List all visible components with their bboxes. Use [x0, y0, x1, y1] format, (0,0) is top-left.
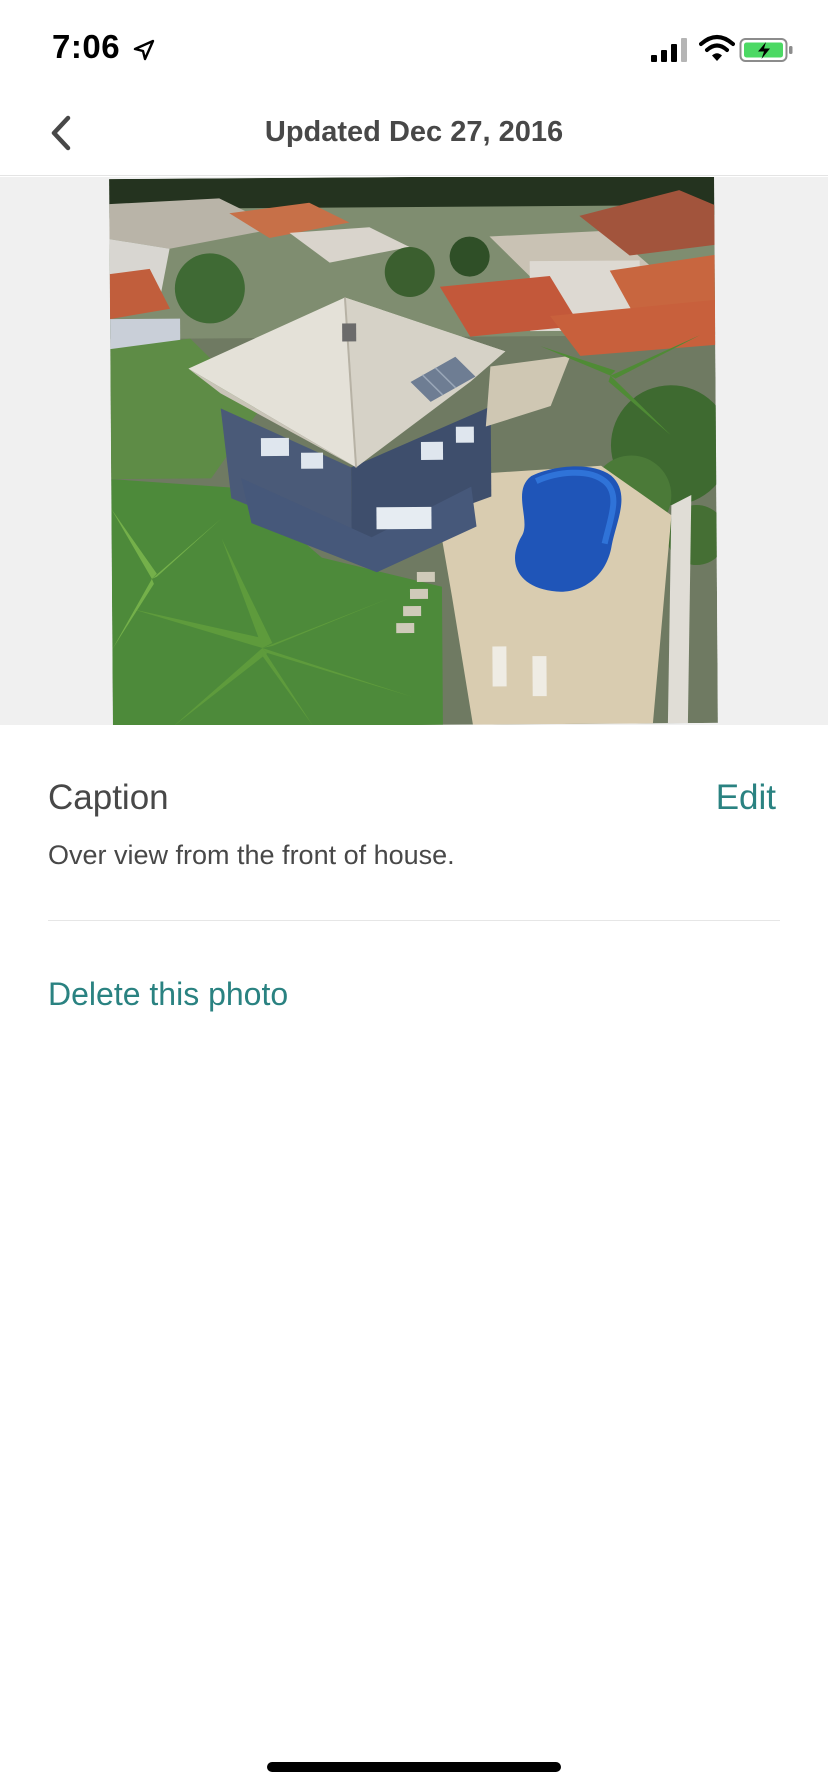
home-indicator — [267, 1762, 561, 1772]
cellular-signal-icon — [651, 38, 687, 62]
photo-container — [0, 177, 828, 725]
wifi-icon — [699, 35, 735, 61]
page-title: Updated Dec 27, 2016 — [264, 116, 564, 148]
location-arrow-icon — [133, 39, 155, 61]
caption-text: Over view from the front of house. — [48, 840, 455, 870]
photo-detail-screen: 7:06 Updated Dec 27, 2016 Caption Edit O… — [0, 0, 828, 1792]
divider — [48, 920, 780, 921]
nav-bar: Updated Dec 27, 2016 — [0, 100, 828, 176]
caption-label: Caption — [48, 778, 169, 817]
status-time: 7:06 — [52, 28, 121, 65]
delete-photo-link[interactable]: Delete this photo — [48, 976, 288, 1013]
battery-charging-icon — [739, 38, 793, 62]
edit-caption-link[interactable]: Edit — [716, 778, 776, 818]
house-photo — [109, 177, 718, 725]
status-bar: 7:06 — [0, 0, 828, 100]
